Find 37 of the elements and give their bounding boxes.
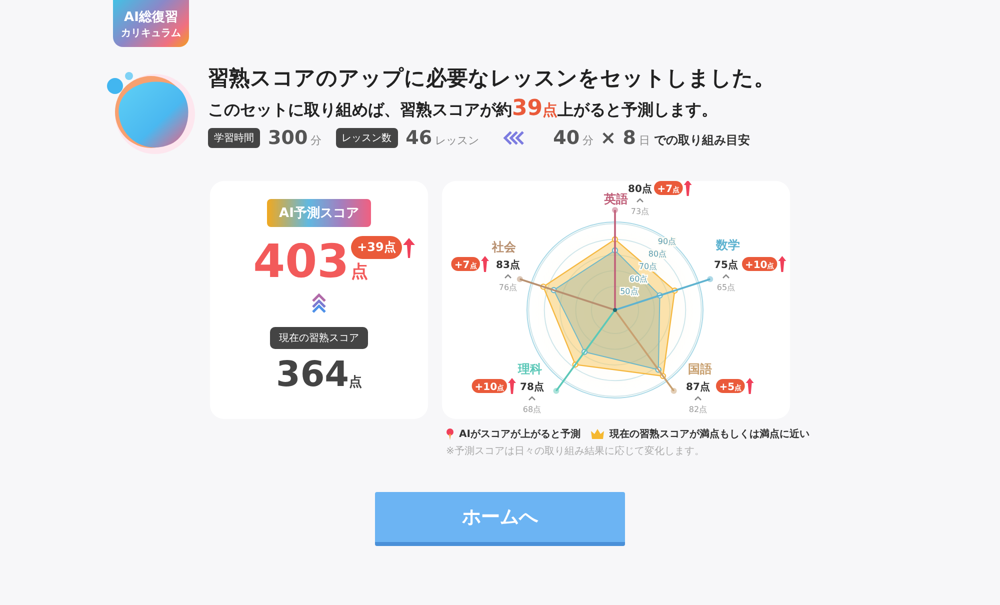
logo-subtitle: カリキュラム [121, 26, 181, 40]
subject-name: 国語 [688, 362, 712, 376]
predicted-subject-score: 75点 [714, 260, 738, 271]
stat-value: 300 分 [268, 127, 322, 149]
stat-value: 46 レッスン [406, 127, 480, 149]
current-score-tag: 現在の習熟スコア [270, 327, 368, 349]
ring-label: 90点 [658, 237, 676, 246]
current-subject-score: 65点 [716, 283, 736, 292]
prediction-sentence: このセットに取り組めば、習熟スコアが約39点上がると予測します。 [208, 96, 719, 123]
gain-badge: +39点 [351, 236, 402, 259]
ring-label: 80点 [648, 250, 667, 259]
note-text: ※予測スコアは日々の取り組み結果に応じて変化します。 [446, 444, 706, 458]
logo-title: AI総復習 [124, 8, 178, 26]
predicted-score: 403 [253, 233, 350, 289]
headline: 習熟スコアのアップに必要なレッスンをセットしました。 [208, 65, 775, 92]
current-subject-score: 68点 [522, 405, 542, 414]
ai-score-tag: AI予測スコア [267, 199, 371, 227]
current-subject-score: 82点 [688, 405, 708, 414]
predicted-subject-score: 78点 [520, 382, 544, 393]
predicted-subject-score: 83点 [496, 260, 520, 271]
schedule-text: 40 分 × 8 日 での取り組み目安 [553, 127, 750, 149]
ring-label: 50点 [620, 287, 638, 296]
home-button[interactable]: ホームへ [375, 492, 625, 546]
predicted-subject-score: 80点 [628, 184, 652, 195]
subject-name: 英語 [604, 192, 628, 206]
current-score: 364点 [276, 355, 362, 395]
current-subject-score: 76点 [498, 283, 518, 292]
subject-name: 数学 [716, 238, 740, 252]
legend-text: 現在の習熟スコアが満点もしくは満点に近い [609, 428, 810, 441]
score-unit: 点 [351, 261, 368, 283]
predicted-subject-score: 87点 [686, 382, 710, 393]
legend-text: AIがスコアが上がると予測 [459, 428, 580, 441]
current-subject-score: 73点 [630, 207, 650, 216]
stat-label: 学習時間 [208, 128, 260, 148]
stat-label: レッスン数 [336, 128, 398, 148]
subject-name: 社会 [492, 240, 516, 254]
subject-name: 理科 [518, 362, 542, 376]
